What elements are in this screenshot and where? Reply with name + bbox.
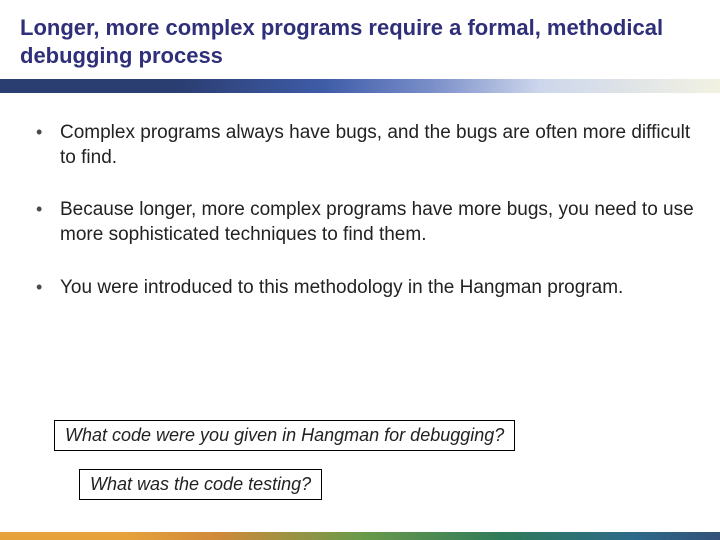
content-area: Complex programs always have bugs, and t…	[0, 93, 720, 300]
title-area: Longer, more complex programs require a …	[0, 0, 720, 79]
question-box-1: What code were you given in Hangman for …	[54, 420, 515, 451]
accent-bar	[0, 79, 720, 93]
question-box-2: What was the code testing?	[79, 469, 322, 500]
bullet-list: Complex programs always have bugs, and t…	[24, 121, 696, 300]
list-item: Because longer, more complex programs ha…	[24, 198, 696, 247]
list-item: You were introduced to this methodology …	[24, 276, 696, 301]
question-area: What code were you given in Hangman for …	[0, 420, 720, 500]
slide: Longer, more complex programs require a …	[0, 0, 720, 540]
question-box-wrapper: What was the code testing?	[79, 469, 696, 500]
slide-title: Longer, more complex programs require a …	[20, 14, 700, 69]
list-item: Complex programs always have bugs, and t…	[24, 121, 696, 170]
footer-accent-bar	[0, 532, 720, 540]
question-box-wrapper: What code were you given in Hangman for …	[54, 420, 696, 451]
